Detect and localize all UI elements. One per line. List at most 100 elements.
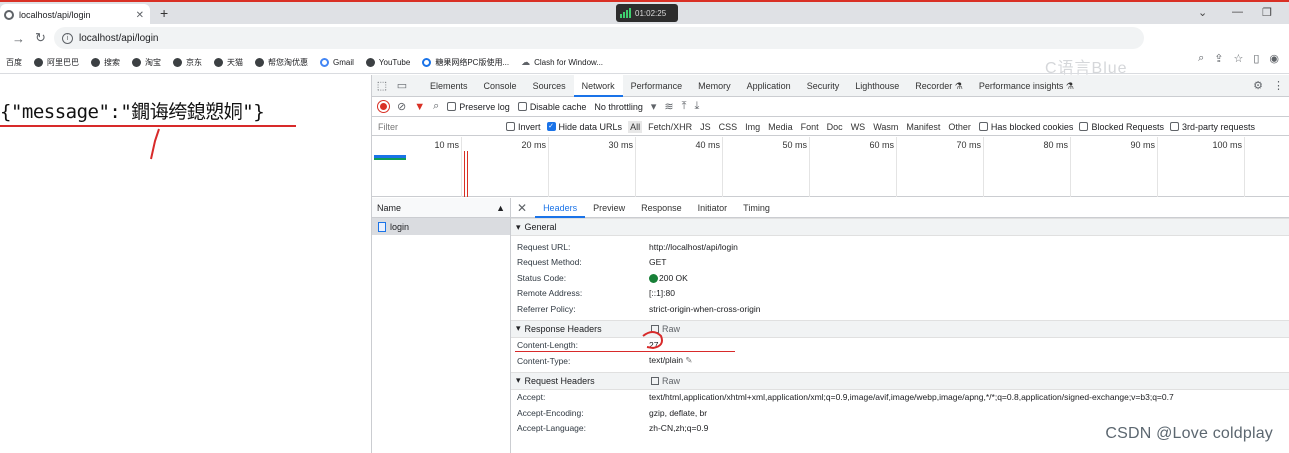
type-filter[interactable]: Doc — [825, 121, 845, 133]
bookmark-item[interactable]: 糖果网络PC版使用... — [422, 57, 509, 68]
devtools-tab-bar: ⬚ ▭ Elements Console Sources Network Perform… — [372, 74, 1289, 97]
wifi-icon[interactable]: ≋ — [664, 100, 673, 113]
type-filter[interactable]: Font — [799, 121, 821, 133]
devtools-tab[interactable]: Recorder ⚗ — [907, 75, 971, 97]
devtools-tab[interactable]: Security — [799, 75, 848, 97]
request-headers-section-header[interactable]: ▾ Request Headers Raw — [511, 371, 1289, 390]
record-button[interactable] — [378, 101, 389, 112]
type-filter[interactable]: CSS — [717, 121, 740, 133]
bookmark-item[interactable]: Gmail — [320, 58, 354, 67]
download-icon[interactable]: ⤓ — [695, 100, 700, 113]
more-icon[interactable]: ⋮ — [1273, 79, 1284, 92]
tick-label: 10 ms — [434, 140, 459, 150]
disable-cache-checkbox[interactable]: Disable cache — [517, 102, 586, 112]
type-filter[interactable]: Fetch/XHR — [646, 121, 694, 133]
filter-icon[interactable]: ▼ — [414, 101, 425, 113]
load-marker — [464, 151, 465, 197]
general-section-header[interactable]: ▾ General — [511, 218, 1289, 236]
bookmark-icon — [422, 58, 432, 67]
filter-bar: Invert ✓Hide data URLs AllFetch/XHR JS CSS… — [372, 118, 1289, 136]
bookmark-item[interactable]: 帮您淘优惠 — [255, 57, 308, 68]
type-filter[interactable]: Wasm — [871, 121, 900, 133]
bookmark-item[interactable]: 阿里巴巴 — [34, 57, 79, 68]
annotation-circle — [642, 330, 663, 349]
detail-tab[interactable]: Initiator — [690, 198, 736, 218]
bookmark-item[interactable]: 京东 — [173, 57, 202, 68]
type-filter[interactable]: Other — [946, 121, 973, 133]
type-filter[interactable]: Media — [766, 121, 795, 133]
forward-icon[interactable]: → — [12, 31, 25, 46]
throttling-select[interactable]: No throttling — [594, 102, 643, 112]
upload-icon[interactable]: ⤒ — [682, 100, 687, 113]
devtools-tab[interactable]: Network — [573, 74, 623, 97]
device-toolbar-icon[interactable]: ▭ — [392, 79, 412, 92]
clear-icon[interactable]: ⊘ — [397, 100, 406, 113]
tick-label: 20 ms — [521, 140, 546, 150]
bookmark-item[interactable]: ☁ Clash for Window... — [521, 57, 603, 68]
devtools-tab[interactable]: Performance — [623, 75, 691, 97]
timeline-tick: 50 ms — [782, 137, 810, 197]
header-value: [::1]:80 — [649, 288, 675, 298]
new-tab-button[interactable]: + — [160, 5, 168, 21]
detail-tab[interactable]: Response — [633, 198, 690, 218]
settings-icon[interactable]: ⚙ — [1253, 79, 1263, 92]
devtools-tab[interactable]: Sources — [525, 75, 574, 97]
third-party-checkbox[interactable]: 3rd-party requests — [1169, 122, 1255, 132]
request-list-header[interactable]: Name ▲ — [372, 198, 510, 218]
header-row: Request URL: http://localhost/api/login — [511, 239, 1289, 255]
bookmark-item[interactable]: 天猫 — [214, 57, 243, 68]
info-icon[interactable]: i — [62, 32, 73, 44]
bookmark-icon — [255, 58, 264, 67]
bookmark-item[interactable]: 搜索 — [91, 57, 120, 68]
close-tab-icon[interactable]: ✕ — [136, 10, 144, 21]
minimize-icon[interactable]: — — [1232, 6, 1243, 18]
preserve-log-checkbox[interactable]: Preserve log — [447, 102, 510, 112]
browser-tab[interactable]: localhost/api/login ✕ — [0, 4, 150, 26]
url-input[interactable] — [79, 32, 379, 44]
devtools-tab[interactable]: Performance insights ⚗ — [971, 75, 1082, 97]
bookmark-item[interactable]: 淘宝 — [132, 57, 161, 68]
inspect-icon[interactable]: ⬚ — [372, 79, 392, 92]
timeline-tick: 40 ms — [695, 137, 723, 197]
type-filter[interactable]: Img — [743, 121, 762, 133]
bookmark-item[interactable]: YouTube — [365, 58, 410, 67]
detail-tab[interactable]: Timing — [735, 198, 778, 218]
address-bar[interactable]: i — [54, 27, 1144, 49]
detail-tab[interactable]: Headers — [535, 198, 586, 218]
type-filter[interactable]: Manifest — [904, 121, 942, 133]
bookmark-label: Gmail — [333, 58, 354, 67]
raw-checkbox[interactable]: Raw — [651, 376, 680, 386]
devtools-tab[interactable]: Elements — [422, 75, 476, 97]
blocked-cookies-checkbox[interactable]: Has blocked cookies — [978, 122, 1073, 132]
chevron-down-icon[interactable]: ⌄ — [1198, 6, 1207, 19]
filter-input[interactable] — [372, 118, 500, 135]
devtools-tab[interactable]: Memory — [690, 75, 739, 97]
header-row: Remote Address: [::1]:80 — [511, 286, 1289, 302]
bookmark-label: 淘宝 — [145, 58, 161, 67]
detail-tab[interactable]: Preview — [585, 198, 633, 218]
request-row[interactable]: login — [372, 218, 510, 235]
invert-checkbox[interactable]: Invert — [506, 122, 541, 132]
devtools-tab[interactable]: Console — [476, 75, 525, 97]
edit-icon[interactable]: ✎ — [683, 355, 692, 365]
detail-tab-bar: ✕ Headers Preview Response Initiator Timing — [511, 198, 1289, 218]
devtools-tab[interactable]: Application — [739, 75, 799, 97]
type-filter[interactable]: WS — [849, 121, 868, 133]
chevron-down-icon[interactable]: ▾ — [651, 100, 657, 113]
search-icon[interactable]: ⌕ — [433, 100, 439, 113]
close-icon[interactable]: ✕ — [517, 201, 527, 215]
hide-data-urls-checkbox[interactable]: ✓ Hide data URLs — [546, 122, 622, 132]
sort-icon[interactable]: ▲ — [496, 203, 505, 213]
header-value-text: GET — [649, 257, 667, 268]
restore-icon[interactable]: ❐ — [1262, 6, 1272, 19]
blocked-requests-checkbox[interactable]: Blocked Requests — [1079, 122, 1164, 132]
timeline-tick: 100 ms — [1212, 137, 1245, 197]
header-value: strict-origin-when-cross-origin — [649, 304, 760, 314]
type-filter[interactable]: JS — [698, 121, 713, 133]
reload-icon[interactable]: ↻ — [35, 30, 46, 46]
bookmark-item[interactable]: 百度 — [6, 57, 22, 68]
response-headers-section-header[interactable]: ▾ Response Headers Raw — [511, 319, 1289, 338]
tick-label: 90 ms — [1130, 140, 1155, 150]
type-filter[interactable]: All — [628, 120, 643, 133]
devtools-tab[interactable]: Lighthouse — [847, 75, 907, 97]
